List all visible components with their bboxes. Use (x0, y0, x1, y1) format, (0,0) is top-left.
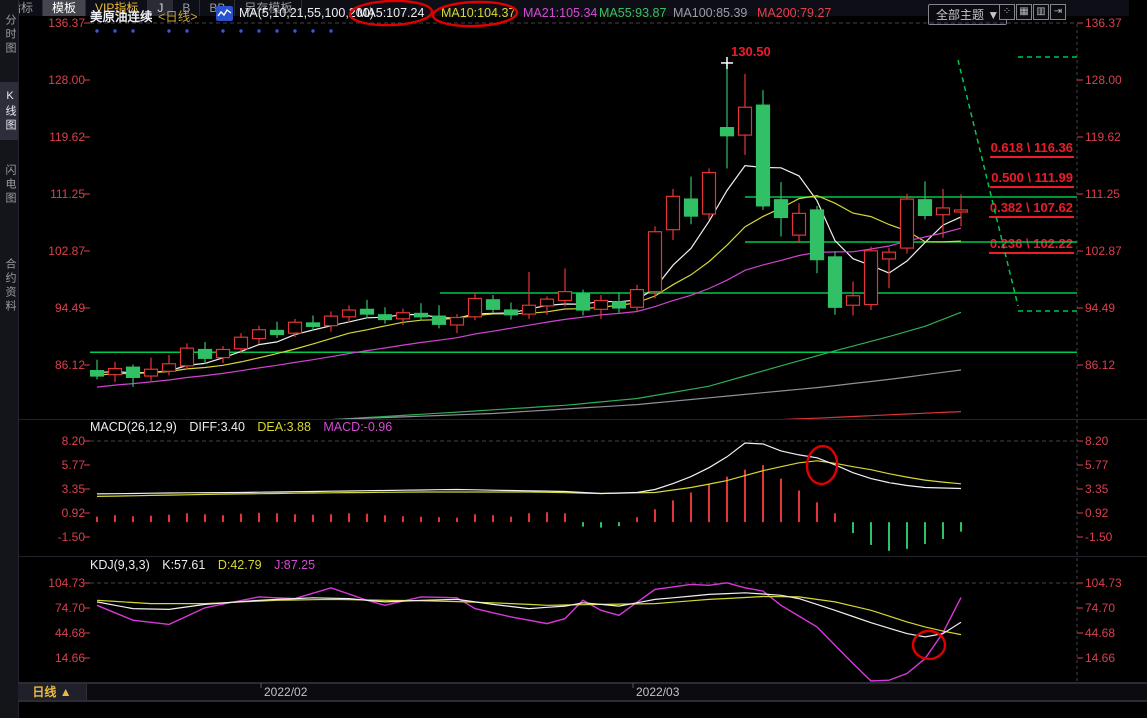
chart-canvas[interactable] (0, 0, 1147, 718)
trading-app: { "header": { "symbol": "美原油连续", "period… (0, 0, 1147, 718)
